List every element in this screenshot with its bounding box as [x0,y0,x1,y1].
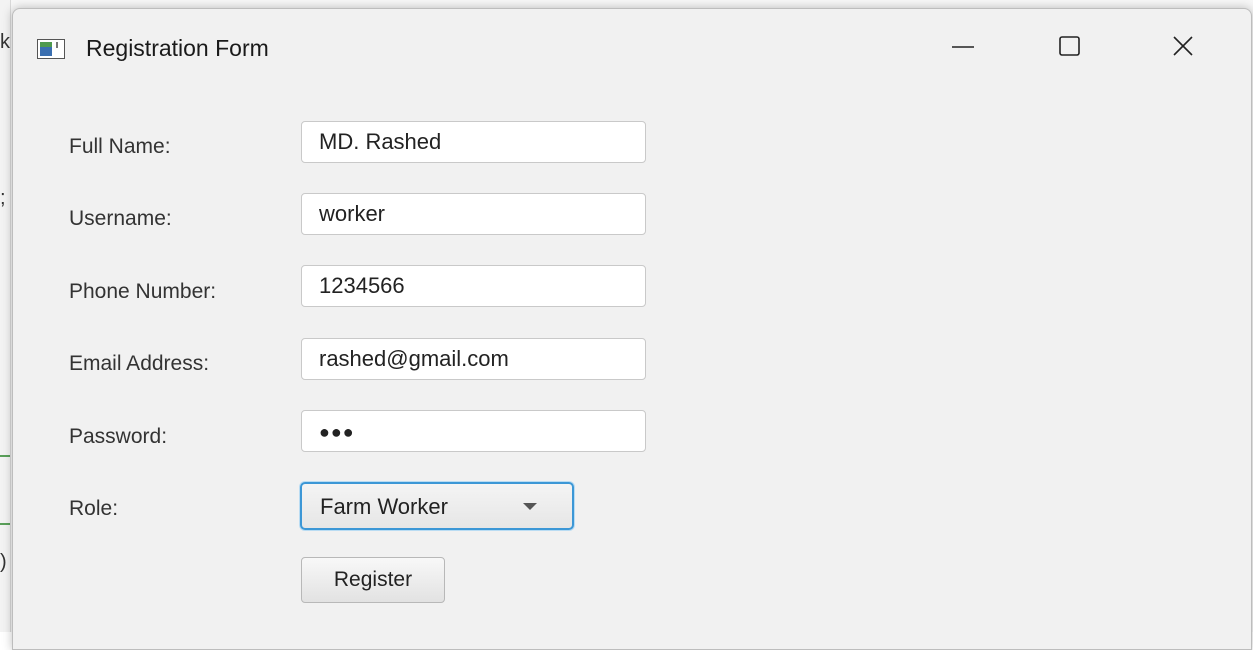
username-input[interactable]: worker [301,193,646,235]
password-mask: ●●● [319,422,355,442]
maximize-icon [1058,34,1082,58]
full-name-input[interactable]: MD. Rashed [301,121,646,163]
app-icon [37,39,65,59]
email-address-label: Email Address: [69,352,210,375]
minimize-button[interactable] [923,21,1003,71]
background-text-fragment: ) [0,552,7,572]
phone-number-label: Phone Number: [69,280,217,303]
background-line [0,523,10,525]
role-dropdown[interactable]: Farm Worker [300,482,574,530]
close-icon [1171,34,1195,58]
username-label: Username: [69,207,172,230]
role-selected-value: Farm Worker [320,494,448,519]
window-title: Registration Form [86,35,269,61]
title-bar[interactable]: Registration Form [13,9,1251,83]
background-line [0,455,10,457]
chevron-down-icon [523,503,537,510]
close-button[interactable] [1143,21,1223,71]
password-input[interactable]: ●●● [301,410,646,452]
maximize-button[interactable] [1030,21,1110,71]
background-text-fragment: ; [0,188,6,208]
phone-number-input[interactable]: 1234566 [301,265,646,307]
background-window-edge [0,0,11,632]
full-name-label: Full Name: [69,135,171,158]
register-button[interactable]: Register [301,557,445,603]
password-label: Password: [69,425,168,448]
registration-window: Registration Form Full Name: MD. Rashed … [12,8,1252,650]
email-address-input[interactable]: rashed@gmail.com [301,338,646,380]
role-label: Role: [69,497,119,520]
background-text-fragment: k [0,32,10,52]
minimize-icon [951,34,975,58]
